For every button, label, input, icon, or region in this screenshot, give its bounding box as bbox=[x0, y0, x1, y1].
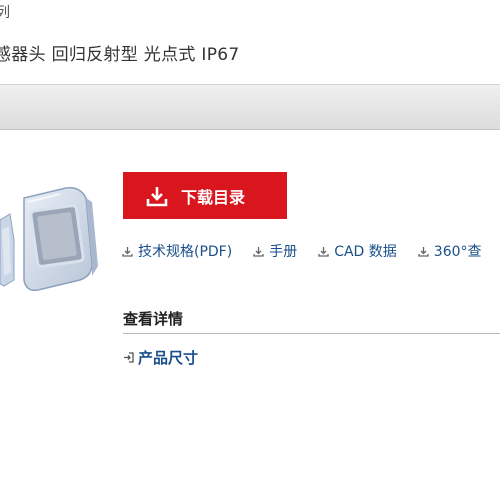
link-label: 产品尺寸 bbox=[138, 349, 199, 367]
link-label: 360°查 bbox=[433, 244, 482, 260]
download-links: 技术规格(PDF) 手册 CAD 数据 360°查 bbox=[122, 241, 500, 261]
link-cad-data[interactable]: CAD 数据 bbox=[318, 241, 397, 261]
link-label: CAD 数据 bbox=[334, 244, 397, 260]
download-icon bbox=[418, 246, 429, 257]
link-product-dimensions[interactable]: 产品尺寸 bbox=[123, 347, 198, 368]
download-catalog-label: 下载目录 bbox=[181, 187, 246, 207]
arrow-into-box-icon bbox=[123, 352, 134, 363]
download-icon bbox=[253, 246, 264, 257]
breadcrumb-fragment: 列 bbox=[0, 5, 10, 21]
download-catalog-button[interactable]: 下载目录 bbox=[123, 172, 287, 219]
product-subtitle: 感器头 回归反射型 光点式 IP67 bbox=[0, 45, 240, 65]
link-label: 手册 bbox=[269, 244, 298, 260]
link-label: 技术规格(PDF) bbox=[138, 244, 233, 260]
header-band bbox=[0, 84, 500, 130]
link-360-view[interactable]: 360°查 bbox=[418, 241, 482, 261]
download-icon bbox=[145, 184, 169, 208]
link-manual[interactable]: 手册 bbox=[253, 241, 297, 261]
details-section-title: 查看详情 bbox=[123, 310, 184, 328]
product-image bbox=[0, 186, 98, 292]
download-icon bbox=[318, 246, 329, 257]
product-page: 列 感器头 回归反射型 光点式 IP67 下载目录 技术规格(PDF) 手册 C… bbox=[0, 0, 500, 500]
download-icon bbox=[122, 246, 133, 257]
link-tech-spec[interactable]: 技术规格(PDF) bbox=[122, 241, 232, 261]
section-divider bbox=[123, 333, 500, 334]
